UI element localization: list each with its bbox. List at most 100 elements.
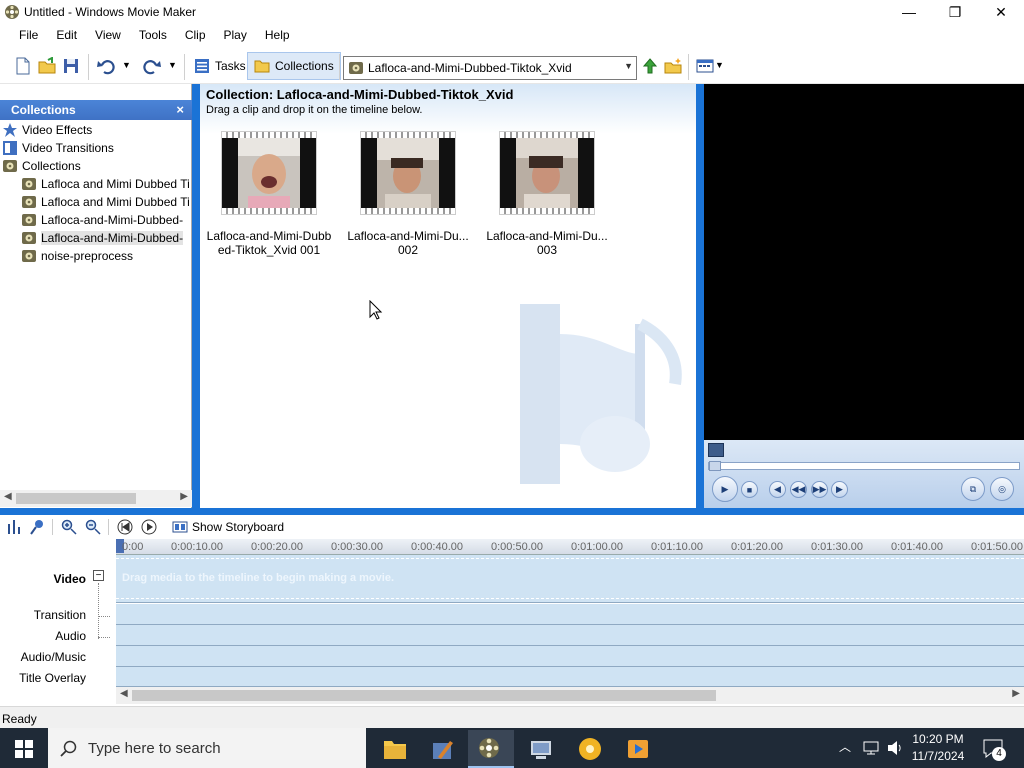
status-text: Ready: [2, 712, 37, 726]
menu-play[interactable]: Play: [215, 24, 256, 46]
clip-thumbnail[interactable]: [499, 131, 595, 215]
ruler-tick: 0:01:00.00: [571, 541, 623, 553]
close-button[interactable]: ✕: [978, 0, 1024, 24]
redo-dropdown-icon[interactable]: ▼: [168, 60, 177, 70]
panel-splitter[interactable]: [192, 84, 200, 515]
undo-icon[interactable]: [97, 57, 115, 75]
rewind-timeline-icon[interactable]: [117, 519, 133, 535]
clip-thumbnail[interactable]: [221, 131, 317, 215]
collection-select[interactable]: Lafloca-and-Mimi-Dubbed-Tiktok_Xvid ▼: [343, 56, 637, 80]
rewind-button[interactable]: ◀◀: [790, 481, 807, 498]
clip-item[interactable]: Lafloca-and-Mimi-Dubb ed-Tiktok_Xvid 001: [202, 131, 336, 257]
tree-item-video-transitions[interactable]: Video Transitions: [2, 139, 192, 157]
taskbar-clock[interactable]: 10:20 PM 11/7/2024: [906, 732, 970, 763]
zoom-in-icon[interactable]: [61, 519, 77, 535]
save-project-icon[interactable]: [62, 57, 80, 75]
speaker-icon[interactable]: [886, 739, 904, 757]
status-bar: Ready: [0, 706, 1024, 728]
media-app-icon: [628, 740, 648, 758]
redo-icon[interactable]: [143, 57, 161, 75]
taskbar-movie-maker[interactable]: [468, 730, 514, 768]
audio-music-track[interactable]: [116, 646, 1024, 667]
timeline-splitter[interactable]: [0, 508, 1024, 515]
scroll-left-icon[interactable]: ◀: [4, 491, 12, 502]
tree-item-collections[interactable]: Collections: [2, 157, 192, 175]
open-project-icon[interactable]: [38, 57, 56, 75]
clip-item[interactable]: Lafloca-and-Mimi-Du... 002: [341, 131, 475, 257]
take-picture-button[interactable]: ◎: [990, 477, 1014, 501]
split-clip-button[interactable]: ⧉: [961, 477, 985, 501]
scroll-right-icon[interactable]: ▶: [1012, 688, 1020, 699]
audio-track[interactable]: [116, 625, 1024, 646]
video-track[interactable]: Drag media to the timeline to begin maki…: [116, 555, 1024, 603]
menu-edit[interactable]: Edit: [47, 24, 86, 46]
film-reel-icon: [22, 178, 36, 190]
menu-tools[interactable]: Tools: [130, 24, 176, 46]
collections-horizontal-scrollbar[interactable]: ◀ ▶: [0, 490, 192, 507]
scrollbar-thumb[interactable]: [16, 493, 136, 504]
menu-view[interactable]: View: [86, 24, 130, 46]
clip-thumbnail[interactable]: [360, 131, 456, 215]
collapse-video-track-icon[interactable]: −: [93, 570, 104, 581]
stop-button[interactable]: ■: [741, 481, 758, 498]
up-one-level-icon[interactable]: [641, 57, 659, 75]
notification-count-badge: 4: [992, 747, 1006, 761]
timeline-horizontal-scrollbar[interactable]: ◀ ▶: [116, 687, 1024, 704]
tree-item-collection[interactable]: Lafloca and Mimi Dubbed Ti: [2, 193, 192, 211]
tree-item-collection[interactable]: Lafloca-and-Mimi-Dubbed-: [2, 211, 192, 229]
tasks-label: Tasks: [215, 59, 246, 73]
panel-splitter[interactable]: [696, 84, 704, 515]
narrate-timeline-icon[interactable]: [29, 519, 45, 535]
chevron-up-icon[interactable]: ︿: [839, 738, 851, 755]
ruler-tick: 0:00: [122, 541, 144, 553]
tree-item-collection[interactable]: Lafloca and Mimi Dubbed Ti: [2, 175, 192, 193]
storyboard-icon[interactable]: [172, 519, 188, 535]
next-frame-button[interactable]: ▶: [831, 481, 848, 498]
play-button[interactable]: ▶: [712, 476, 738, 502]
tree-item-collection[interactable]: noise-preprocess: [2, 247, 192, 265]
title-overlay-track[interactable]: [116, 667, 1024, 687]
undo-dropdown-icon[interactable]: ▼: [122, 60, 131, 70]
seek-bar-thumb[interactable]: [709, 461, 721, 471]
taskbar-search-box[interactable]: Type here to search: [48, 728, 366, 768]
previous-frame-button[interactable]: ◀: [769, 481, 786, 498]
clip-name: Lafloca-and-Mimi-Du... 002: [347, 229, 469, 257]
seek-bar[interactable]: [708, 461, 1020, 471]
tasks-icon: [195, 59, 209, 73]
disc-app-icon: [579, 738, 601, 760]
new-project-icon[interactable]: [14, 57, 32, 75]
windows-start-icon[interactable]: [15, 740, 33, 758]
fast-forward-button[interactable]: ▶▶: [811, 481, 828, 498]
network-icon[interactable]: [862, 739, 880, 757]
scroll-right-icon[interactable]: ▶: [180, 491, 188, 502]
new-collection-folder-icon[interactable]: [664, 57, 682, 75]
menu-help[interactable]: Help: [256, 24, 299, 46]
toolbar-separator: [339, 54, 340, 80]
taskbar-app[interactable]: [518, 730, 564, 768]
taskbar-app[interactable]: [420, 730, 466, 768]
views-dropdown-icon[interactable]: ▼: [715, 60, 724, 70]
transition-track[interactable]: [116, 604, 1024, 625]
restore-button[interactable]: ❐: [932, 0, 978, 24]
close-icon[interactable]: ×: [176, 102, 184, 117]
minimize-button[interactable]: —: [886, 0, 932, 24]
tree-item-collection-selected[interactable]: Lafloca-and-Mimi-Dubbed-: [2, 229, 192, 247]
set-audio-levels-icon[interactable]: [6, 519, 22, 535]
views-icon[interactable]: [696, 57, 714, 75]
taskbar-app[interactable]: [615, 730, 661, 768]
scroll-left-icon[interactable]: ◀: [120, 688, 128, 699]
play-timeline-icon[interactable]: [141, 519, 157, 535]
zoom-out-icon[interactable]: [85, 519, 101, 535]
taskbar-file-explorer[interactable]: [372, 730, 418, 768]
scrollbar-thumb[interactable]: [132, 690, 716, 701]
menu-file[interactable]: File: [10, 24, 47, 46]
full-screen-icon[interactable]: [708, 443, 724, 457]
show-storyboard-button[interactable]: Show Storyboard: [192, 520, 284, 534]
menu-clip[interactable]: Clip: [176, 24, 215, 46]
tasks-button[interactable]: Tasks: [188, 52, 252, 80]
collections-button[interactable]: Collections: [247, 52, 341, 80]
timeline-ruler[interactable]: 0:00 0:00:10.00 0:00:20.00 0:00:30.00 0:…: [116, 539, 1024, 555]
clip-item[interactable]: Lafloca-and-Mimi-Du... 003: [480, 131, 614, 257]
taskbar-app[interactable]: [567, 730, 613, 768]
tree-item-video-effects[interactable]: Video Effects: [2, 121, 192, 139]
